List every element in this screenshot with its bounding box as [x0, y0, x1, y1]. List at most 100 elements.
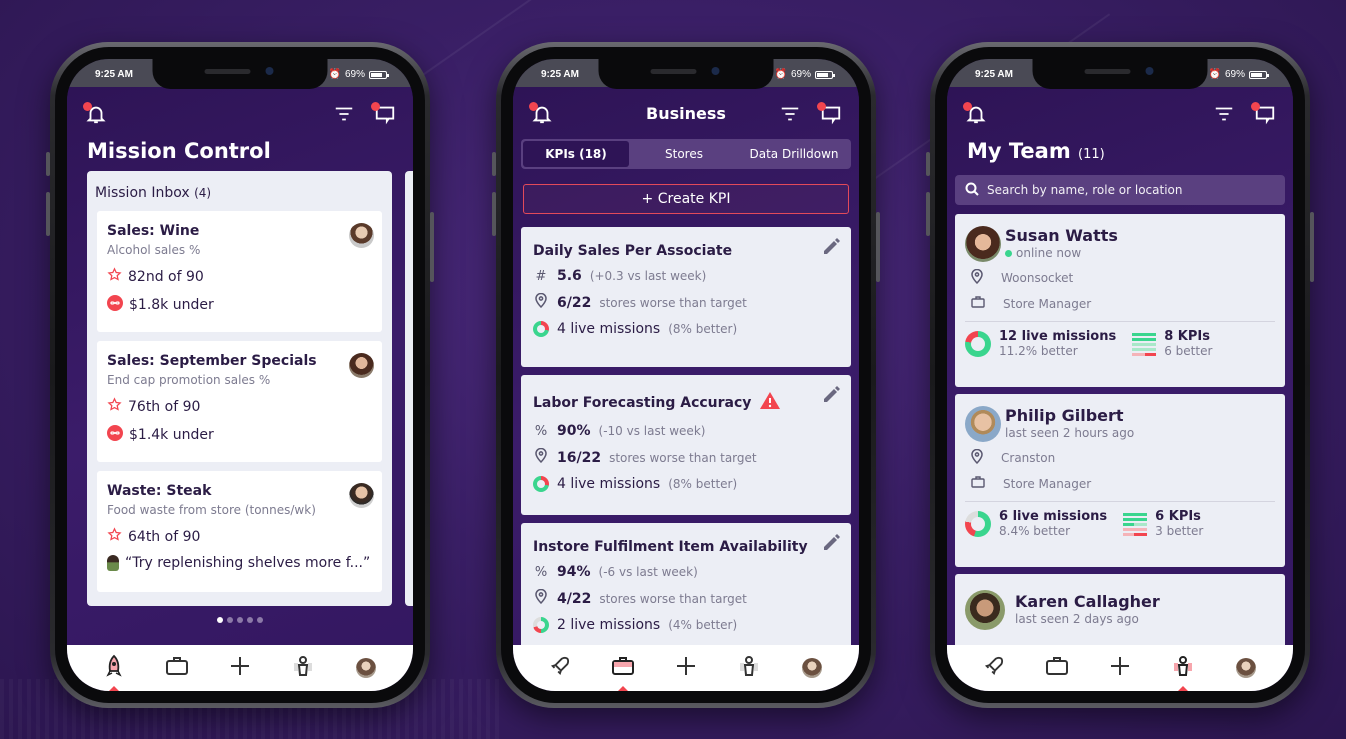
- tab-business[interactable]: [1040, 651, 1074, 685]
- location-pin-icon: [971, 268, 983, 287]
- briefcase-icon: [971, 296, 985, 311]
- member-name: Karen Callagher: [1015, 592, 1160, 611]
- member-location: Woonsocket: [1001, 271, 1074, 285]
- kpi-card[interactable]: Daily Sales Per Associate #5.6 (+0.3 vs l…: [521, 227, 851, 367]
- page-dot[interactable]: [227, 617, 233, 623]
- page-indicator[interactable]: [67, 617, 413, 623]
- team-search-input[interactable]: Search by name, role or location: [955, 175, 1285, 205]
- segmented-tabs: KPIs (18) Stores Data Drilldown: [521, 139, 851, 169]
- tab-team[interactable]: [732, 651, 766, 685]
- tab-profile[interactable]: [349, 651, 383, 685]
- location-pin-icon: [971, 448, 983, 467]
- mute-switch: [926, 152, 930, 176]
- online-indicator: [1005, 249, 1012, 257]
- kpi-stores: 4/22: [557, 590, 592, 607]
- kpi-title: Instore Fulfilment Item Availability: [533, 539, 808, 555]
- tab-profile[interactable]: [1229, 651, 1263, 685]
- page-dot[interactable]: [217, 617, 223, 623]
- member-missions: 12 live missions: [999, 329, 1117, 344]
- kpi-delta: (+0.3 vs last week): [589, 269, 707, 283]
- bottom-tab-bar: [67, 645, 413, 691]
- member-name: Philip Gilbert: [1005, 406, 1124, 425]
- page-dot[interactable]: [257, 617, 263, 623]
- power-button: [430, 212, 434, 282]
- page-dot[interactable]: [247, 617, 253, 623]
- mute-switch: [492, 152, 496, 176]
- page-dot[interactable]: [237, 617, 243, 623]
- tab-kpis[interactable]: KPIs (18): [523, 141, 629, 167]
- mission-card[interactable]: Sales: Wine Alcohol sales % 82nd of 90 $…: [97, 211, 382, 332]
- tab-add[interactable]: [1103, 651, 1137, 685]
- infinity-icon: [107, 425, 123, 445]
- team-member-card[interactable]: Susan Watts online now Woonsocket Store …: [955, 214, 1285, 387]
- messages-icon[interactable]: [1251, 102, 1277, 125]
- missions-donut-icon: [533, 617, 549, 633]
- edit-pencil-icon[interactable]: [821, 385, 841, 405]
- battery-percent: 69%: [1224, 69, 1245, 80]
- messages-icon[interactable]: [371, 102, 397, 125]
- edit-pencil-icon[interactable]: [821, 237, 841, 257]
- create-kpi-button[interactable]: + Create KPI: [523, 184, 849, 214]
- notifications-bell-icon[interactable]: [83, 102, 109, 125]
- page-title: Mission Control: [87, 139, 271, 163]
- notifications-bell-icon[interactable]: [963, 102, 989, 125]
- tab-missions[interactable]: [543, 651, 577, 685]
- tab-add[interactable]: [669, 651, 703, 685]
- infinity-icon: [107, 295, 123, 315]
- rocket-icon: [983, 655, 1005, 681]
- edit-pencil-icon[interactable]: [821, 533, 841, 553]
- tab-team[interactable]: [286, 651, 320, 685]
- messages-icon[interactable]: [817, 102, 843, 125]
- avatar: [965, 590, 1005, 630]
- kpi-delta: (-6 vs last week): [598, 565, 698, 579]
- top-bar: [67, 99, 413, 129]
- star-icon: [107, 397, 122, 416]
- kpi-card[interactable]: Labor Forecasting Accuracy % 90% (-10 vs l…: [521, 375, 851, 515]
- team-member-card[interactable]: Philip Gilbert last seen 2 hours ago Cra…: [955, 394, 1285, 567]
- tab-add[interactable]: [223, 651, 257, 685]
- star-icon: [107, 527, 122, 546]
- tab-business[interactable]: [160, 651, 194, 685]
- tab-data-drilldown[interactable]: Data Drilldown: [739, 141, 849, 167]
- tab-stores[interactable]: Stores: [629, 141, 739, 167]
- tab-business[interactable]: [606, 651, 640, 685]
- bottom-tab-bar: [947, 645, 1293, 691]
- bottom-tab-bar: [513, 645, 859, 691]
- kpi-delta: (-10 vs last week): [598, 424, 706, 438]
- battery-percent: 69%: [344, 69, 365, 80]
- missions-donut-icon: [965, 331, 991, 358]
- mission-rank: 76th of 90: [128, 398, 201, 415]
- team-member-card[interactable]: Karen Callagher last seen 2 days ago: [955, 574, 1285, 654]
- phone-business: 9:25 AM ⏰ 69% Business KPIs (18) Stores …: [492, 42, 880, 708]
- battery-icon: [369, 70, 389, 79]
- tab-team[interactable]: [1166, 651, 1200, 685]
- filter-icon[interactable]: [333, 103, 357, 125]
- alarm-icon: ⏰: [774, 69, 787, 80]
- comment-avatar-icon: [107, 555, 119, 571]
- mission-rank: 82nd of 90: [128, 268, 204, 285]
- member-missions-better: 11.2% better: [999, 343, 1078, 358]
- mission-card[interactable]: Sales: September Specials End cap promot…: [97, 341, 382, 462]
- tab-missions[interactable]: [977, 651, 1011, 685]
- plus-icon: [676, 656, 696, 680]
- mission-subtitle: Food waste from store (tonnes/wk): [107, 503, 316, 517]
- mission-title: Sales: September Specials: [107, 353, 317, 369]
- top-bar: Business: [513, 99, 859, 129]
- mission-card[interactable]: Waste: Steak Food waste from store (tonn…: [97, 471, 382, 592]
- mission-subtitle: Alcohol sales %: [107, 243, 201, 257]
- missions-donut-icon: [533, 321, 549, 337]
- location-pin-icon: [533, 292, 549, 312]
- mission-detail: $1.4k under: [129, 427, 214, 443]
- filter-icon[interactable]: [1213, 103, 1237, 125]
- team-count: (11): [1078, 147, 1105, 162]
- person-icon: [739, 655, 759, 681]
- tab-missions[interactable]: [97, 651, 131, 685]
- member-status: online now: [1005, 246, 1275, 260]
- page-title: My Team (11): [967, 139, 1105, 163]
- tab-profile[interactable]: [795, 651, 829, 685]
- kpi-card[interactable]: Instore Fulfilment Item Availability % 94…: [521, 523, 851, 663]
- next-inbox-card-peek[interactable]: [405, 171, 413, 606]
- member-kpis-better: 6 better: [1164, 343, 1213, 358]
- filter-icon[interactable]: [779, 103, 803, 125]
- percent-icon: %: [534, 423, 548, 439]
